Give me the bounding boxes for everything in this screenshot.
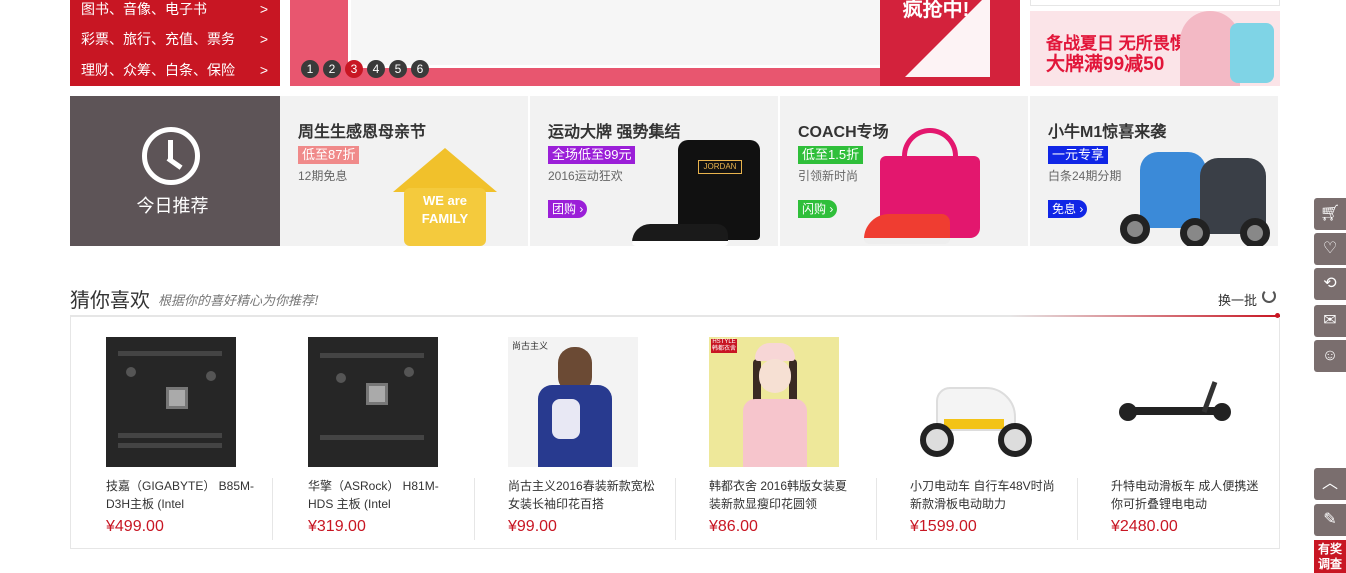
carousel-dot[interactable]: 5 xyxy=(389,60,407,78)
message-icon[interactable]: ✉︎ xyxy=(1314,305,1346,337)
banner-panel xyxy=(348,0,908,68)
carousel-dot[interactable]: 1 xyxy=(301,60,319,78)
today-recommend-label: 今日推荐 xyxy=(136,196,209,216)
brand-badge: HSTYLE 韩都衣舍 xyxy=(711,339,737,353)
category-label: 彩票、旅行、充值、票务 xyxy=(81,31,235,47)
carousel-dot[interactable]: 2 xyxy=(323,60,341,78)
product-price: ¥1599.00 xyxy=(910,518,977,535)
scooter-wheel xyxy=(1180,218,1210,246)
carousel-dots: 1 2 3 4 5 6 xyxy=(301,60,429,78)
category-item-lottery[interactable]: 彩票、旅行、充值、票务 > xyxy=(70,24,280,55)
scooter-wheel xyxy=(1240,218,1270,246)
rec-subtitle: 2016运动狂欢 xyxy=(548,169,623,183)
chevron-right-icon: > xyxy=(259,62,268,78)
product-name[interactable]: 尚古主义2016春装新款宽松女装长袖印花百搭 xyxy=(508,477,658,513)
rec-subtitle: 12期免息 xyxy=(298,169,348,183)
rec-tag: 低至1.5折 xyxy=(798,146,864,164)
carousel-dot[interactable]: 4 xyxy=(367,60,385,78)
rec-title: 周生生感恩母亲节 xyxy=(298,124,427,141)
rec-title: COACH专场 xyxy=(798,124,889,141)
rec-subtitle: 白条24期分期 xyxy=(1048,169,1122,183)
product-price: ¥2480.00 xyxy=(1111,518,1178,535)
carousel-dot[interactable]: 6 xyxy=(411,60,429,78)
refresh-button[interactable]: 换一批 xyxy=(1218,289,1276,309)
jacket-image xyxy=(1230,23,1274,83)
category-label: 理财、众筹、白条、保险 xyxy=(81,62,235,78)
right-ad[interactable]: 备战夏日 无所畏惧 大牌满99减50 xyxy=(1030,11,1280,86)
rec-tag: 全场低至99元 xyxy=(548,146,636,164)
today-recommend-tile[interactable]: 今日推荐 xyxy=(70,96,280,246)
category-item-finance[interactable]: 理财、众筹、白条、保险 > xyxy=(70,55,280,86)
product-image-womens-top[interactable]: 尚古主义 xyxy=(508,337,638,467)
chevron-right-icon: > xyxy=(259,31,268,47)
sneaker-image xyxy=(632,224,728,246)
banner-promo-text: 疯抢中! xyxy=(902,0,970,21)
refresh-label: 换一批 xyxy=(1218,293,1258,308)
product-image-motherboard[interactable] xyxy=(308,337,438,467)
category-menu: 图书、音像、电子书 > 彩票、旅行、充值、票务 > 理财、众筹、白条、保险 > xyxy=(70,0,280,86)
product-image-ebike[interactable] xyxy=(910,337,1040,467)
gold-house-image: WE are FAMILY xyxy=(388,148,498,246)
interest-free-button[interactable]: 免息 › xyxy=(1048,200,1088,218)
cart-icon[interactable]: 🛒︎ xyxy=(1314,198,1346,230)
gold-house-text: WE are FAMILY xyxy=(404,188,486,246)
scooter-blue-image xyxy=(1140,152,1206,228)
product-price: ¥319.00 xyxy=(308,518,366,535)
product-price: ¥86.00 xyxy=(709,518,758,535)
page: 图书、音像、电子书 > 彩票、旅行、充值、票务 > 理财、众筹、白条、保险 > … xyxy=(0,0,1346,573)
brand-label: 尚古主义 xyxy=(512,341,549,351)
rec-tile-chowsangsang[interactable]: 周生生感恩母亲节 低至87折 12期免息 WE are FAMILY xyxy=(280,96,528,246)
red-sneaker-image xyxy=(864,214,950,244)
jordan-logo: JORDAN xyxy=(698,160,742,174)
product-price: ¥499.00 xyxy=(106,518,164,535)
rec-title: 小牛M1惊喜来袭 xyxy=(1048,124,1167,141)
category-item-books[interactable]: 图书、音像、电子书 > xyxy=(70,0,280,24)
flash-sale-button[interactable]: 闪购 › xyxy=(798,200,838,218)
heart-icon[interactable]: ♡ xyxy=(1314,233,1346,265)
product-name[interactable]: 技嘉（GIGABYTE） B85M-D3H主板 (Intel xyxy=(106,477,256,513)
product-name[interactable]: 小刀电动车 自行车48V时尚新款滑板电动助力 xyxy=(910,477,1060,513)
rec-tag: 一元专享 xyxy=(1048,146,1109,164)
product-price: ¥99.00 xyxy=(508,518,557,535)
product-card[interactable]: 升特电动滑板车 成人便携迷你可折叠锂电电动 ¥2480.00 xyxy=(1075,337,1275,547)
refresh-icon xyxy=(1262,289,1276,303)
product-name[interactable]: 华擎（ASRock） H81M-HDS 主板 (Intel xyxy=(308,477,458,513)
rec-tile-niu-m1[interactable]: 小牛M1惊喜来袭 一元专享 白条24期分期 免息 › xyxy=(1030,96,1278,246)
product-name[interactable]: 韩都衣舍 2016韩版女装夏装新款显瘦印花圆领 xyxy=(709,477,859,513)
group-buy-button[interactable]: 团购 › xyxy=(548,200,588,218)
scooter-wheel xyxy=(1120,214,1150,244)
clock-icon xyxy=(142,127,200,185)
right-ad-top-box xyxy=(1030,0,1280,6)
guess-subtitle: 根据你的喜好精心为你推荐! xyxy=(158,294,320,309)
product-image-kick-scooter[interactable] xyxy=(1111,337,1241,467)
product-card[interactable]: 华擎（ASRock） H81M-HDS 主板 (Intel ¥319.00 xyxy=(272,337,472,547)
rec-tile-coach[interactable]: COACH专场 低至1.5折 引领新时尚 闪购 › xyxy=(780,96,1028,246)
history-icon[interactable]: ⟲ xyxy=(1314,268,1346,300)
product-card[interactable]: 技嘉（GIGABYTE） B85M-D3H主板 (Intel ¥499.00 xyxy=(70,337,270,547)
rec-subtitle: 引领新时尚 xyxy=(798,169,859,183)
rec-tile-sports[interactable]: 运动大牌 强势集结 全场低至99元 2016运动狂欢 团购 › JORDAN xyxy=(530,96,778,246)
feedback-icon[interactable]: ✎ xyxy=(1314,504,1346,536)
product-card[interactable]: 小刀电动车 自行车48V时尚新款滑板电动助力 ¥1599.00 xyxy=(874,337,1074,547)
survey-button[interactable]: 有奖调查 xyxy=(1314,540,1346,573)
rec-tag: 低至87折 xyxy=(298,146,360,164)
guess-title: 猜你喜欢 xyxy=(70,290,150,312)
chevron-right-icon: > xyxy=(259,1,268,17)
carousel-dot-active[interactable]: 3 xyxy=(345,60,363,78)
back-to-top-button[interactable]: ︿ xyxy=(1314,468,1346,500)
category-label: 图书、音像、电子书 xyxy=(81,1,207,17)
product-card[interactable]: 尚古主义 尚古主义2016春装新款宽松女装长袖印花百搭 ¥99.00 xyxy=(472,337,672,547)
right-ad-line2: 大牌满99减50 xyxy=(1046,54,1165,75)
product-card[interactable]: HSTYLE 韩都衣舍 韩都衣舍 2016韩版女装夏装新款显瘦印花圆领 ¥86.… xyxy=(673,337,873,547)
product-name[interactable]: 升特电动滑板车 成人便携迷你可折叠锂电电动 xyxy=(1111,477,1261,513)
product-image-motherboard[interactable] xyxy=(106,337,236,467)
product-image-womens-tee[interactable]: HSTYLE 韩都衣舍 xyxy=(709,337,839,467)
rec-title: 运动大牌 强势集结 xyxy=(548,124,681,141)
service-icon[interactable]: ☺︎ xyxy=(1314,340,1346,372)
